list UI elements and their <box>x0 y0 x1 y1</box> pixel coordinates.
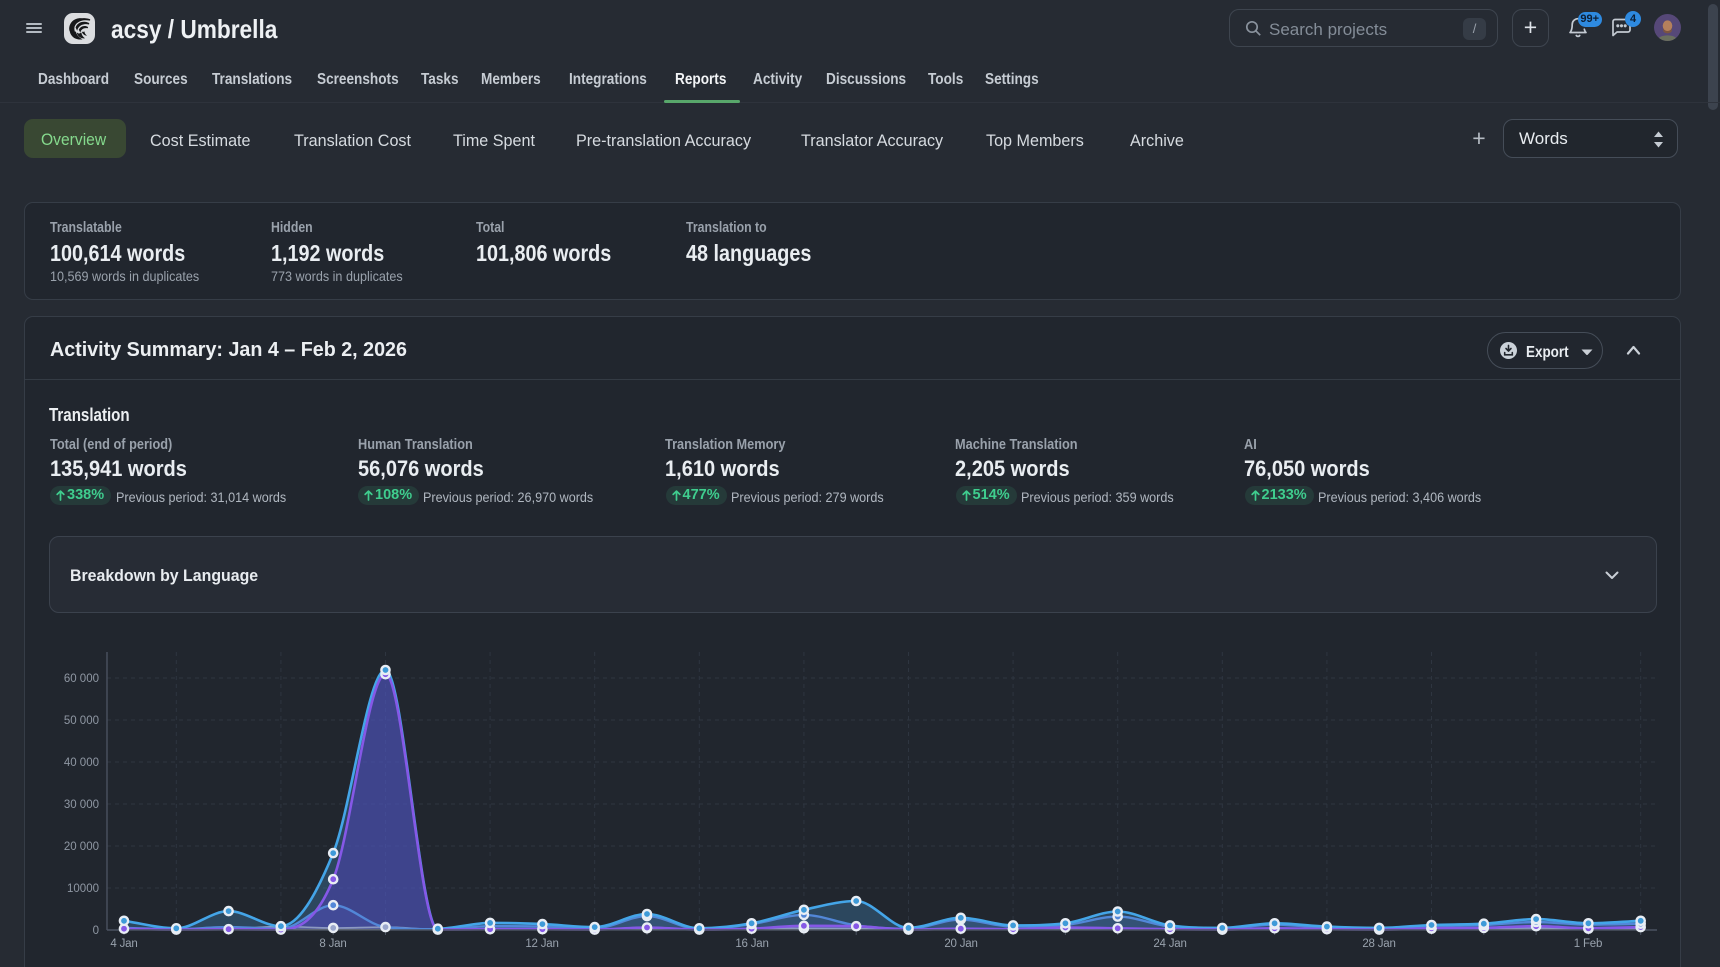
svg-text:30 000: 30 000 <box>64 799 99 811</box>
svg-text:20 000: 20 000 <box>64 841 99 853</box>
svg-text:24 Jan: 24 Jan <box>1153 938 1186 950</box>
svg-text:20 Jan: 20 Jan <box>944 938 977 950</box>
svg-text:60 000: 60 000 <box>64 673 99 685</box>
svg-text:8 Jan: 8 Jan <box>319 938 346 950</box>
svg-text:50 000: 50 000 <box>64 715 99 727</box>
svg-text:10000: 10000 <box>67 883 99 895</box>
svg-text:40 000: 40 000 <box>64 757 99 769</box>
svg-text:1 Feb: 1 Feb <box>1574 938 1602 950</box>
svg-text:28 Jan: 28 Jan <box>1362 938 1395 950</box>
svg-text:16 Jan: 16 Jan <box>735 938 768 950</box>
svg-text:4 Jan: 4 Jan <box>110 938 137 950</box>
svg-text:12 Jan: 12 Jan <box>525 938 558 950</box>
svg-text:0: 0 <box>93 925 99 937</box>
